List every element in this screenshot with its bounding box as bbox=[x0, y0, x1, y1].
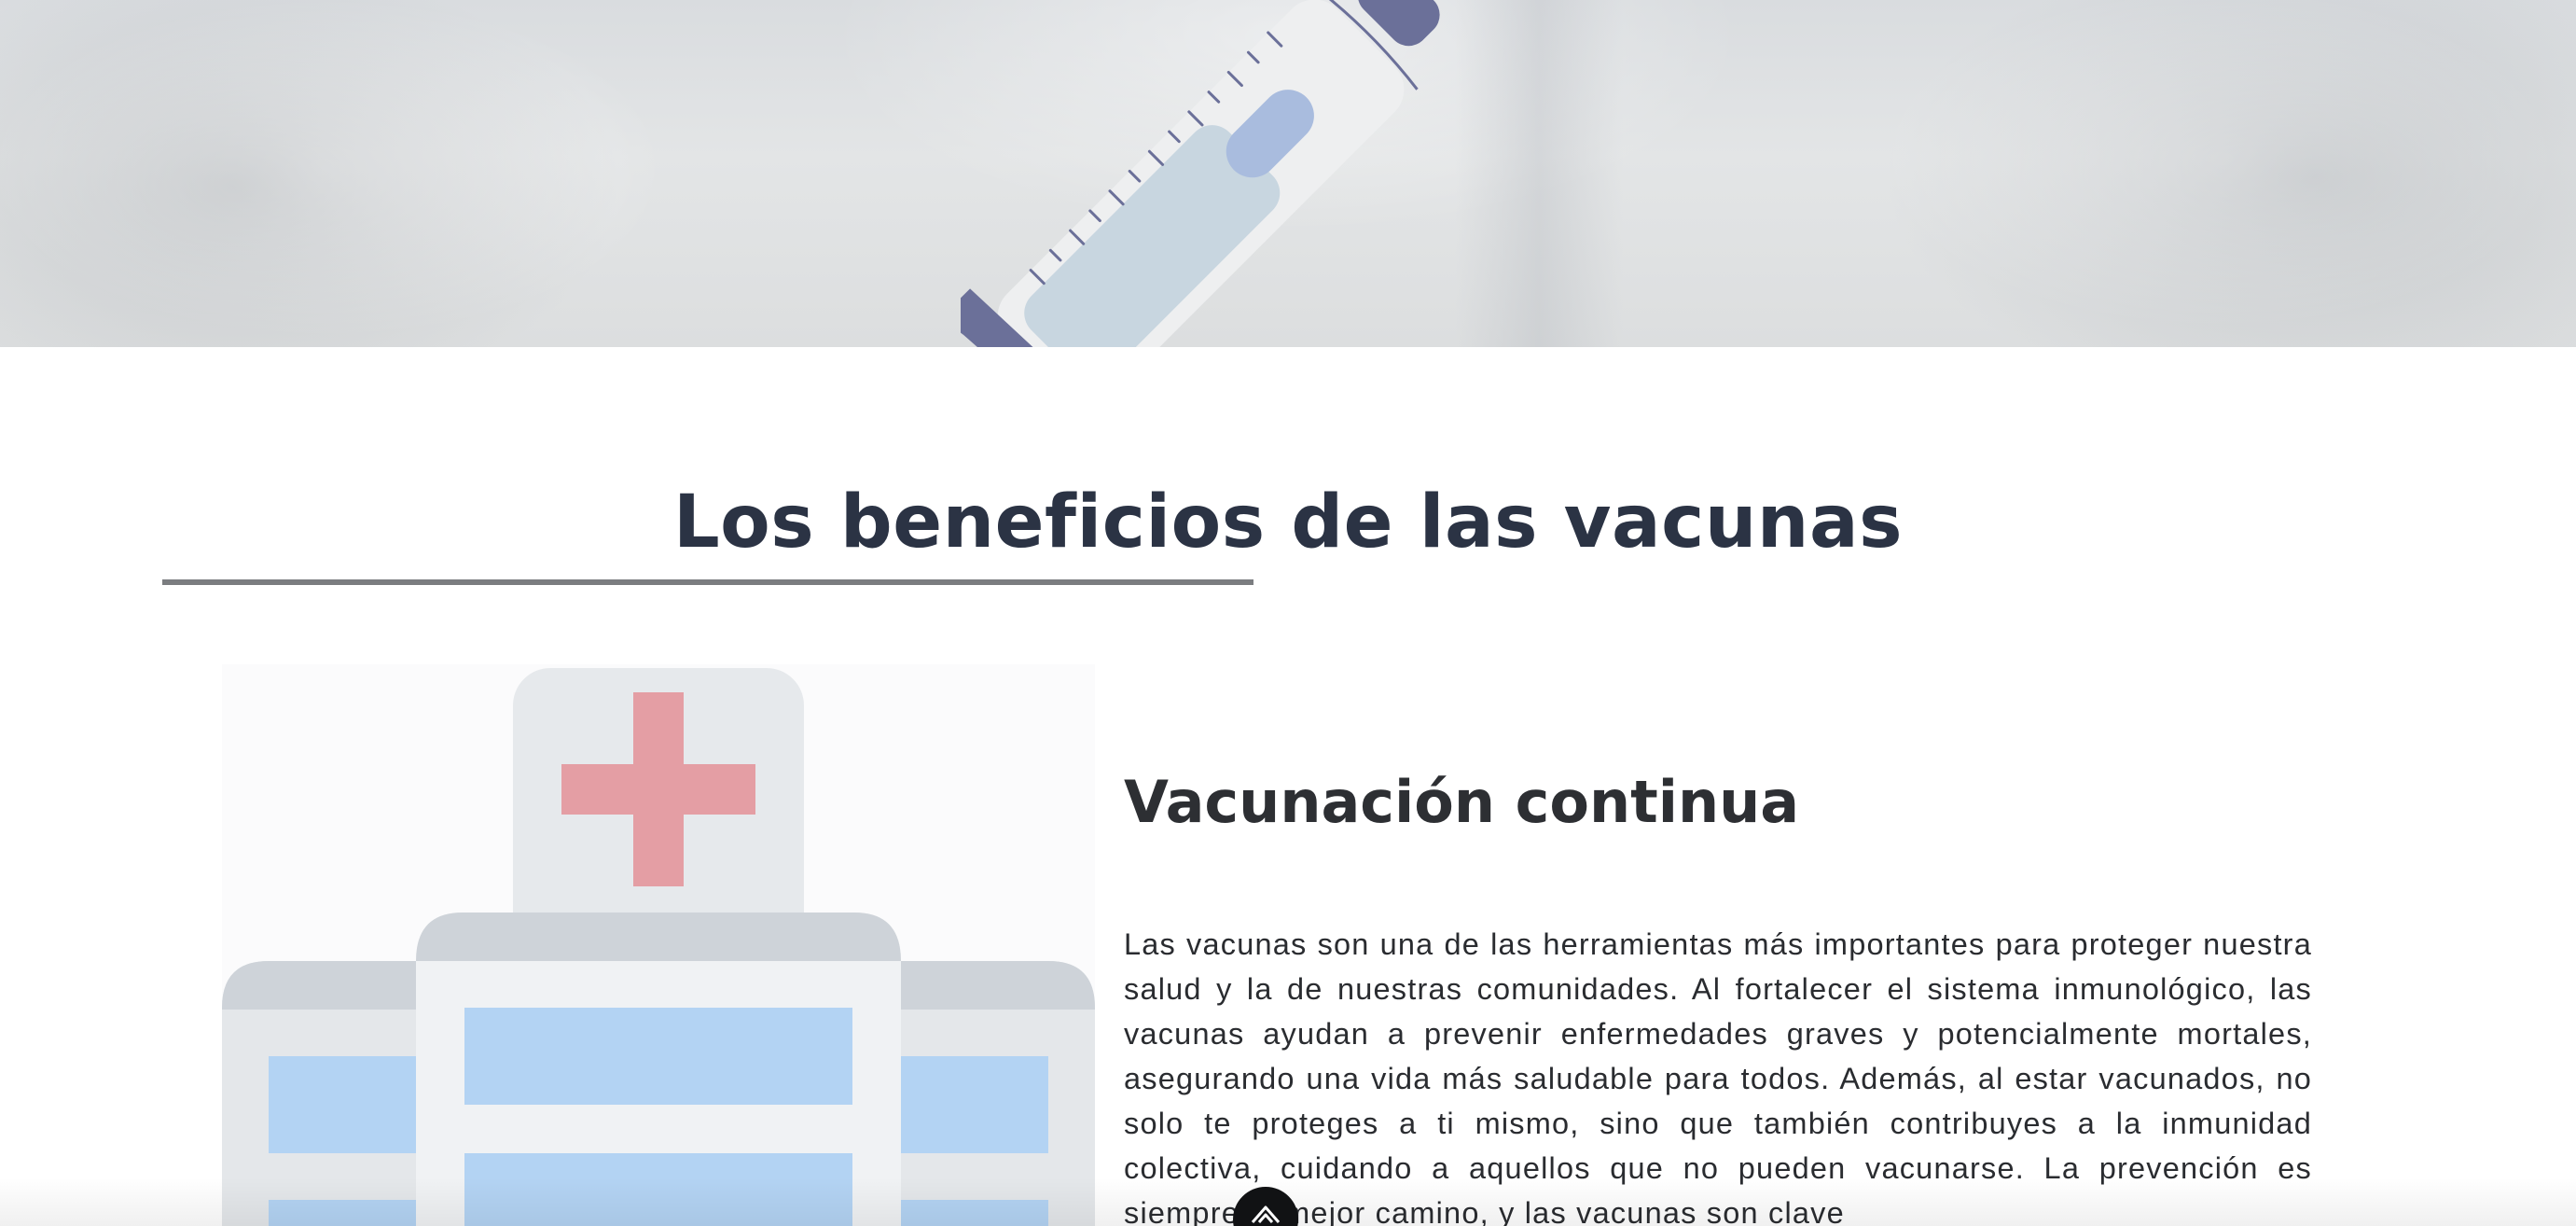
feature-heading: Vacunación continua bbox=[1124, 768, 1800, 836]
chevron-up-icon bbox=[1251, 1205, 1281, 1223]
feature-body-text: Las vacunas son una de las herramientas … bbox=[1124, 927, 2312, 1226]
hero-banner bbox=[0, 0, 2576, 347]
hero-shadow-left bbox=[0, 0, 653, 347]
syringe-illustration bbox=[961, 0, 1440, 347]
hospital-illustration bbox=[222, 664, 1095, 1226]
page: Los beneficios de las vacunas Vacunación… bbox=[0, 0, 2576, 1226]
title-underline bbox=[162, 579, 1253, 585]
hero-shadow-right bbox=[1849, 0, 2576, 347]
section-title: Los beneficios de las vacunas bbox=[672, 481, 1904, 564]
